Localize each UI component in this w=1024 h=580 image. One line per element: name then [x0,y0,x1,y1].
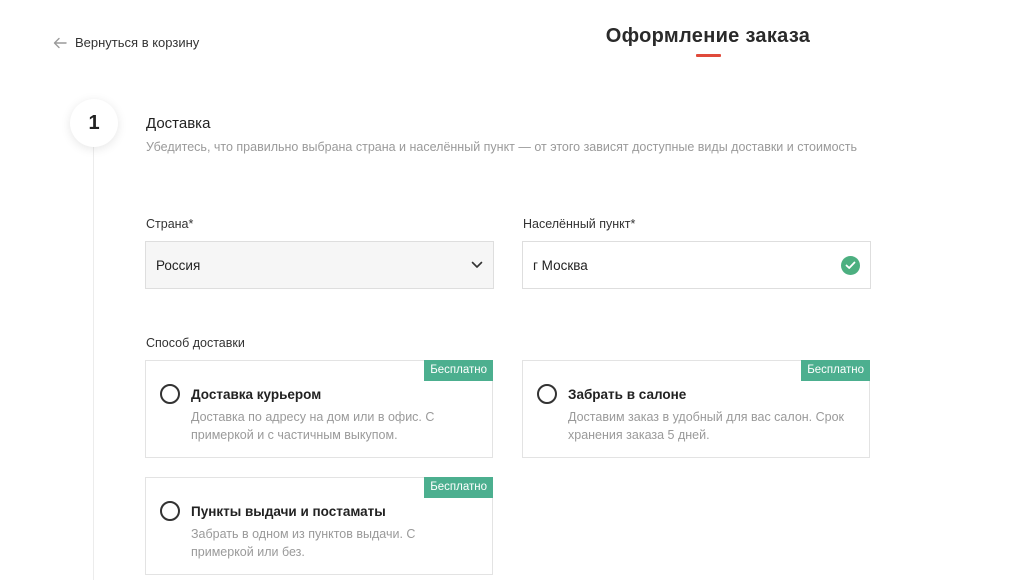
delivery-option-pickup-points[interactable]: Бесплатно Пункты выдачи и постаматы Забр… [145,477,493,575]
page-title: Оформление заказа [605,25,811,47]
delivery-option-salon[interactable]: Бесплатно Забрать в салоне Доставим зака… [522,360,870,458]
city-input-value: г Москва [533,257,588,273]
country-select[interactable]: Россия [145,241,494,289]
section-description: Убедитесь, что правильно выбрана страна … [146,140,858,154]
free-badge: Бесплатно [424,477,493,498]
title-underline [696,54,721,57]
free-badge: Бесплатно [801,360,870,381]
checkout-page: Вернуться в корзину Оформление заказа 1 … [0,0,1024,580]
radio-button[interactable] [160,384,180,404]
option-description: Доставка по адресу на дом или в офис. С … [191,410,435,442]
option-title: Доставка курьером [191,387,322,402]
country-select-value: Россия [156,257,201,273]
free-badge: Бесплатно [424,360,493,381]
city-label: Населённый пункт* [523,217,636,231]
delivery-option-courier[interactable]: Бесплатно Доставка курьером Доставка по … [145,360,493,458]
country-label: Страна* [146,217,194,231]
radio-button[interactable] [160,501,180,521]
option-title: Пункты выдачи и постаматы [191,504,386,519]
step-connector-line [93,145,94,580]
check-circle-icon [841,255,860,275]
option-description: Забрать в одном из пунктов выдачи. С при… [191,527,416,559]
section-title: Доставка [146,115,211,132]
radio-button[interactable] [537,384,557,404]
step-number-badge: 1 [70,99,118,147]
city-input[interactable]: г Москва [522,241,871,289]
option-description: Доставим заказ в удобный для вас салон. … [568,410,845,442]
chevron-down-icon [471,261,483,268]
option-title: Забрать в салоне [568,387,687,402]
delivery-method-label: Способ доставки [146,336,245,350]
